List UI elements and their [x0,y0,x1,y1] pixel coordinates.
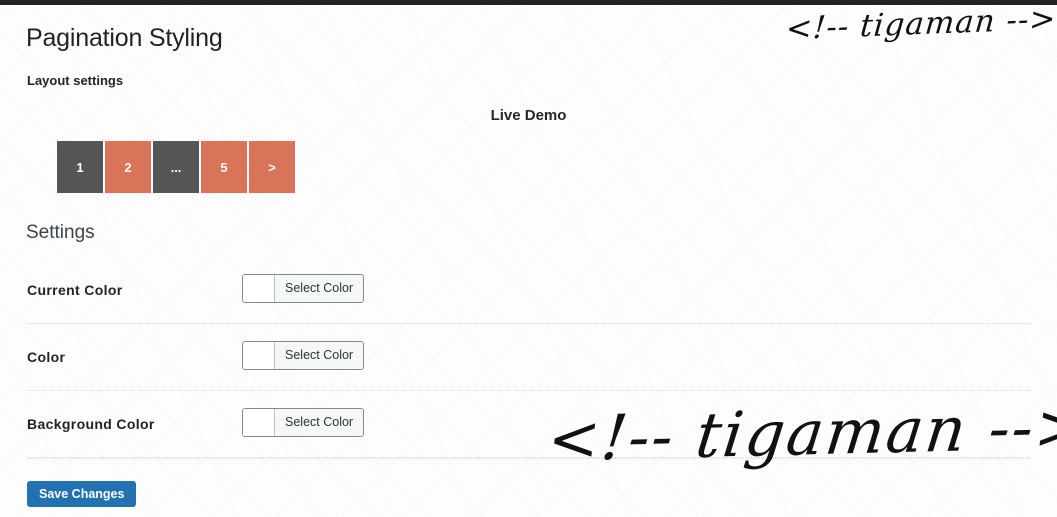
save-changes-button[interactable]: Save Changes [27,481,137,507]
pagination-button-current-0[interactable]: 1 [57,141,103,193]
settings-form-table: Current Color Select Color Color Select Col… [27,257,1030,458]
pagination-button-next-4[interactable]: > [249,141,295,193]
settings-row: Background Color Select Color [27,391,1030,458]
color-picker-button[interactable]: Select Color [242,273,365,303]
settings-row-field: Select Color [242,273,1030,307]
pagination-button-normal-3[interactable]: 5 [201,141,247,193]
settings-row: Current Color Select Color [27,257,1030,324]
select-color-label[interactable]: Select Color [275,408,364,436]
settings-row-label: Background Color [27,416,155,432]
color-swatch-icon[interactable] [243,341,275,369]
pagination-button-ellipsis-2[interactable]: ... [153,141,199,193]
settings-row-field: Select Color [242,340,1030,374]
pagination-preview: 1 2... 5 > [57,141,295,193]
page-title: Pagination Styling [26,24,223,52]
settings-row-label: Current Color [27,282,123,298]
select-color-label[interactable]: Select Color [275,341,364,369]
layout-settings-subtitle: Layout settings [27,73,124,88]
settings-row-field: Select Color [242,407,1030,441]
live-demo-heading: Live Demo [490,107,567,124]
settings-row: Color Select Color [27,324,1030,391]
admin-page: Pagination Styling Layout settings Live … [0,0,1057,517]
admin-bar-edge [0,0,1057,5]
pagination-button-normal-1[interactable]: 2 [105,141,151,193]
select-color-label[interactable]: Select Color [275,274,364,302]
settings-heading: Settings [26,222,95,243]
color-swatch-icon[interactable] [243,408,275,436]
watermark-top: <!-- tigaman --> [784,0,1057,48]
color-picker-button[interactable]: Select Color [242,407,365,437]
submit-divider [27,458,1030,459]
color-picker-button[interactable]: Select Color [242,340,365,370]
settings-row-label: Color [27,349,66,365]
color-swatch-icon[interactable] [243,274,275,302]
